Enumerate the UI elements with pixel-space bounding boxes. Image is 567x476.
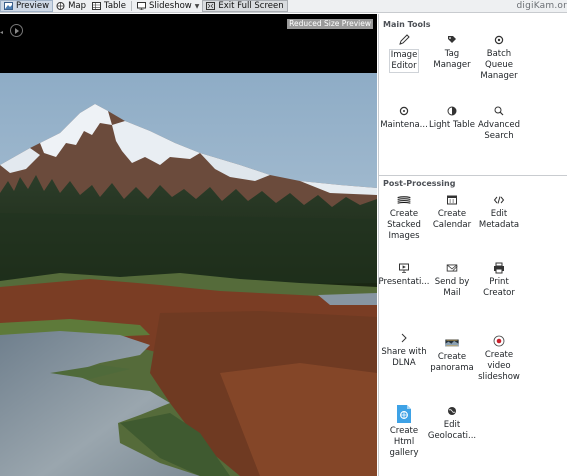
light-table-tool[interactable]: Light Table bbox=[427, 104, 477, 131]
image-editor-tool[interactable]: Image Editor bbox=[379, 33, 429, 73]
collapse-arrow-icon[interactable]: ◂ bbox=[0, 29, 3, 36]
presentation-tool[interactable]: Presentati... bbox=[379, 261, 429, 288]
create-panorama-tool[interactable]: Create panorama bbox=[427, 336, 477, 374]
slideshow-button[interactable]: Slideshow ▼ bbox=[134, 0, 202, 13]
presentation-label: Presentati... bbox=[378, 277, 430, 287]
maintenance-tool[interactable]: Maintena... bbox=[379, 104, 429, 131]
create-stacked-images-label: Create Stacked Images bbox=[387, 209, 421, 241]
create-panorama-label: Create panorama bbox=[430, 352, 474, 373]
print-creator-tool[interactable]: Print Creator bbox=[474, 261, 524, 299]
section-divider bbox=[379, 175, 567, 176]
globe-icon bbox=[445, 404, 459, 418]
main-tools-section: Main Tools bbox=[379, 19, 567, 30]
share-with-dlna-label: Share with DLNA bbox=[381, 347, 427, 368]
dlna-icon bbox=[397, 331, 411, 345]
send-by-mail-tool[interactable]: Send by Mail bbox=[427, 261, 477, 299]
create-html-gallery-tool[interactable]: Create Html gallery bbox=[379, 404, 429, 459]
pencil-icon bbox=[397, 33, 411, 47]
create-calendar-label: Create Calendar bbox=[432, 209, 472, 230]
table-label: Table bbox=[104, 1, 127, 11]
map-button[interactable]: Map bbox=[53, 0, 89, 13]
toolbar-separator bbox=[131, 1, 133, 11]
edit-metadata-label: Edit Metadata bbox=[478, 209, 520, 230]
maintenance-label: Maintena... bbox=[380, 120, 428, 130]
slideshow-label: Slideshow bbox=[149, 1, 192, 11]
exit-fullscreen-label: Exit Full Screen bbox=[218, 1, 284, 11]
batch-queue-manager-label: Batch Queue Manager bbox=[480, 49, 518, 81]
create-stacked-images-tool[interactable]: Create Stacked Images bbox=[379, 193, 429, 242]
video-slideshow-icon bbox=[492, 334, 506, 348]
reduced-size-badge: Reduced Size Preview bbox=[287, 19, 373, 29]
table-icon bbox=[92, 2, 102, 10]
light-table-icon bbox=[445, 104, 459, 118]
table-button[interactable]: Table bbox=[89, 0, 129, 13]
advanced-search-label: Advanced Search bbox=[478, 120, 520, 141]
presentation-icon bbox=[397, 261, 411, 275]
print-creator-label: Print Creator bbox=[483, 277, 515, 298]
create-calendar-tool[interactable]: Create Calendar bbox=[427, 193, 477, 231]
app-name-label: digiKam.or bbox=[516, 1, 567, 11]
main-tools-title: Main Tools bbox=[383, 20, 431, 29]
slideshow-icon bbox=[137, 2, 147, 11]
preview-label: Preview bbox=[16, 1, 50, 11]
map-icon bbox=[56, 2, 65, 10]
preview-icon bbox=[4, 2, 13, 10]
edit-geolocation-tool[interactable]: Edit Geolocati... bbox=[427, 404, 477, 442]
top-toolbar: Preview Map Table Slideshow ▼ Exit Full … bbox=[0, 0, 567, 13]
edit-metadata-tool[interactable]: Edit Metadata bbox=[474, 193, 524, 231]
advanced-search-tool[interactable]: Advanced Search bbox=[474, 104, 524, 142]
edit-geolocation-label: Edit Geolocati... bbox=[427, 420, 477, 441]
panorama-icon bbox=[445, 336, 459, 350]
create-html-gallery-label: Create Html gallery bbox=[389, 426, 419, 458]
post-processing-title: Post-Processing bbox=[383, 179, 456, 188]
tag-manager-tool[interactable]: Tag Manager bbox=[427, 33, 477, 71]
maintenance-icon bbox=[397, 104, 411, 118]
search-icon bbox=[492, 104, 506, 118]
tag-icon bbox=[445, 33, 459, 47]
calendar-icon bbox=[445, 193, 459, 207]
image-editor-label: Image Editor bbox=[388, 49, 420, 73]
tools-panel: Main Tools Image Editor Tag Manager Batc… bbox=[378, 14, 567, 476]
gear-icon bbox=[492, 33, 506, 47]
play-icon[interactable] bbox=[10, 24, 23, 37]
map-label: Map bbox=[68, 1, 87, 11]
image-preview[interactable]: ◂ Reduced Size Preview bbox=[0, 14, 377, 476]
batch-queue-manager-tool[interactable]: Batch Queue Manager bbox=[474, 33, 524, 82]
preview-button[interactable]: Preview bbox=[0, 0, 54, 12]
light-table-label: Light Table bbox=[429, 120, 475, 130]
exit-fullscreen-icon bbox=[206, 2, 216, 10]
chevron-down-icon[interactable]: ▼ bbox=[195, 3, 200, 10]
html-gallery-icon bbox=[395, 404, 413, 424]
exit-fullscreen-button[interactable]: Exit Full Screen bbox=[202, 0, 288, 12]
mail-icon bbox=[445, 261, 459, 275]
share-with-dlna-tool[interactable]: Share with DLNA bbox=[379, 331, 429, 369]
post-processing-section: Post-Processing bbox=[379, 178, 567, 189]
app-window: Preview Map Table Slideshow ▼ Exit Full … bbox=[0, 0, 567, 476]
code-icon bbox=[492, 193, 506, 207]
printer-icon bbox=[492, 261, 506, 275]
create-video-slideshow-label: Create video slideshow bbox=[478, 350, 520, 382]
create-video-slideshow-tool[interactable]: Create video slideshow bbox=[474, 334, 524, 383]
landscape-photo bbox=[0, 73, 377, 476]
stack-icon bbox=[397, 193, 411, 207]
tag-manager-label: Tag Manager bbox=[433, 49, 471, 70]
send-by-mail-label: Send by Mail bbox=[434, 277, 470, 298]
